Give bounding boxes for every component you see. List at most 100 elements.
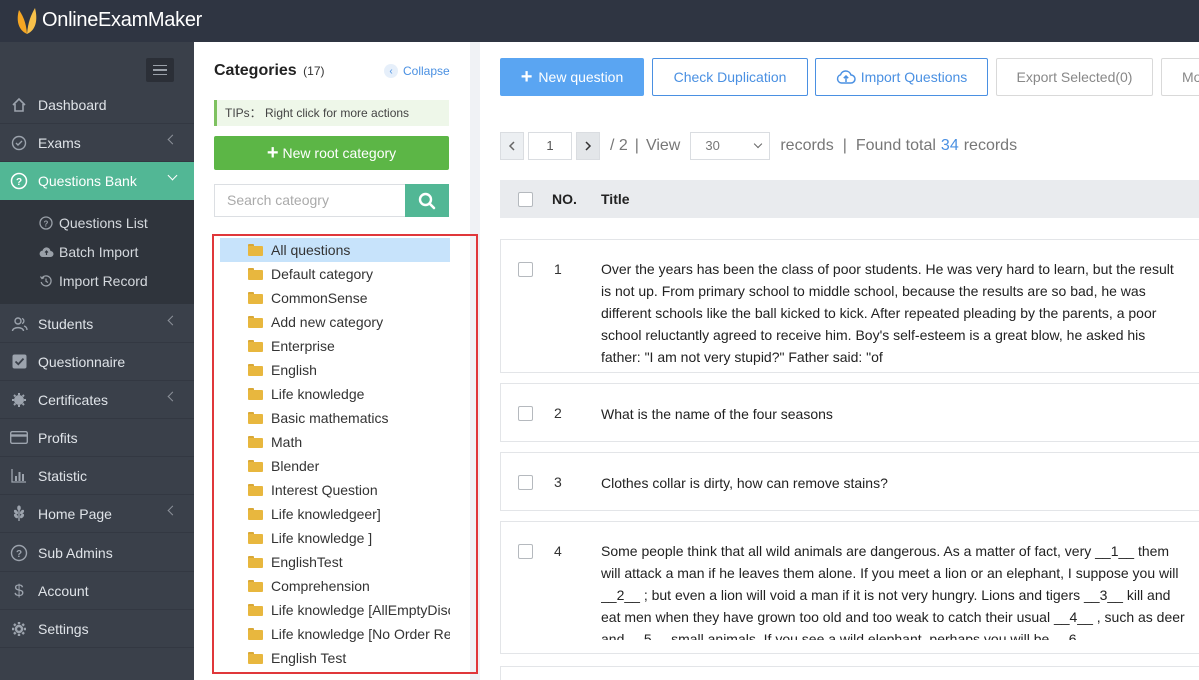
tree-item[interactable]: Basic mathematics: [220, 406, 450, 430]
folder-icon: [248, 652, 263, 664]
sidebar-item-profits[interactable]: Profits: [0, 419, 194, 457]
category-search-button[interactable]: [405, 184, 449, 217]
cloud-upload-icon: [836, 70, 856, 84]
row-number: 1: [554, 261, 562, 277]
cloud-upload-icon: [38, 244, 54, 260]
sidebar-item-account[interactable]: $ Account: [0, 572, 194, 610]
sidebar-item-label: Profits: [38, 429, 78, 446]
per-page-value: 30: [705, 138, 720, 153]
gear-icon: [10, 620, 28, 638]
tree-item[interactable]: Life knowledge [AllEmptyDisorder]: [220, 598, 450, 622]
tree-item[interactable]: Add new category: [220, 310, 450, 334]
sidebar: Dashboard Exams ? Questions Bank ? Quest…: [0, 42, 194, 680]
tree-item[interactable]: Life knowledge [No Order Re: [220, 622, 450, 646]
select-all-checkbox[interactable]: [518, 192, 533, 207]
svg-text:?: ?: [16, 549, 22, 560]
total-pages: / 2: [610, 137, 628, 154]
tree-item[interactable]: Interest Question: [220, 478, 450, 502]
tree-item-label: CommonSense: [271, 290, 368, 306]
collapse-button[interactable]: ‹ Collapse: [384, 64, 450, 78]
sidebar-item-questions-bank[interactable]: ? Questions Bank: [0, 162, 194, 200]
sidebar-item-label: Dashboard: [38, 96, 107, 113]
sidebar-item-sub-admins[interactable]: ? Sub Admins: [0, 534, 194, 572]
sidebar-item-questionnaire[interactable]: Questionnaire: [0, 343, 194, 381]
tree-item[interactable]: English: [220, 358, 450, 382]
column-header-title: Title: [601, 191, 630, 207]
new-root-category-button[interactable]: + New root category: [214, 136, 449, 170]
page-number-input[interactable]: 1: [528, 132, 572, 160]
table-row[interactable]: 3 Clothes collar is dirty, how can remov…: [500, 452, 1199, 511]
tree-item[interactable]: Blender: [220, 454, 450, 478]
more-button[interactable]: Mo: [1161, 58, 1199, 96]
sidebar-item-exams[interactable]: Exams: [0, 124, 194, 162]
tree-item-all-questions[interactable]: All questions: [220, 238, 450, 262]
row-checkbox[interactable]: [518, 406, 533, 421]
tree-item[interactable]: Math: [220, 430, 450, 454]
table-row[interactable]: 2 What is the name of the four seasons: [500, 383, 1199, 442]
row-title: What is the name of the four seasons: [601, 406, 833, 422]
row-checkbox[interactable]: [518, 262, 533, 277]
folder-icon: [248, 460, 263, 472]
main-content: + New question Check Duplication Import …: [480, 42, 1199, 680]
sidebar-subitem-label: Import Record: [59, 272, 148, 289]
export-selected-button[interactable]: Export Selected(0): [996, 58, 1153, 96]
category-tree-highlight: All questions Default category CommonSen…: [212, 234, 478, 674]
sidebar-item-statistic[interactable]: Statistic: [0, 457, 194, 495]
wheat-icon: [10, 505, 28, 523]
svg-text:?: ?: [16, 177, 22, 188]
sidebar-item-dashboard[interactable]: Dashboard: [0, 86, 194, 124]
folder-icon: [248, 628, 263, 640]
tree-item[interactable]: Life knowledge: [220, 382, 450, 406]
chevron-right-icon: [585, 141, 592, 151]
tree-item[interactable]: Comprehension: [220, 574, 450, 598]
new-question-button[interactable]: + New question: [500, 58, 644, 96]
tree-item[interactable]: EnglishTest: [220, 550, 450, 574]
per-page-select[interactable]: 30: [690, 132, 771, 160]
table-row[interactable]: 1 Over the years has been the class of p…: [500, 239, 1199, 373]
tree-item-label: Default category: [271, 266, 373, 282]
question-circle-icon: ?: [10, 544, 28, 562]
plus-icon: +: [520, 66, 533, 88]
sidebar-subitem-import-record[interactable]: Import Record: [0, 266, 194, 295]
svg-text:?: ?: [44, 219, 49, 228]
found-suffix: records: [963, 137, 1018, 154]
row-title: Clothes collar is dirty, how can remove …: [601, 475, 888, 491]
tree-item[interactable]: Life knowledge ]: [220, 526, 450, 550]
tree-item-label: All questions: [271, 242, 351, 258]
tree-item-label: Life knowledge ]: [271, 530, 373, 546]
category-panel: Categories (17) ‹ Collapse TIPs： Right c…: [194, 42, 478, 680]
import-questions-button[interactable]: Import Questions: [815, 58, 988, 96]
sidebar-subitem-questions-list[interactable]: ? Questions List: [0, 208, 194, 237]
tree-item[interactable]: Life knowledgeer]: [220, 502, 450, 526]
bar-chart-icon: [10, 467, 28, 485]
sidebar-toggle-button[interactable]: [146, 58, 174, 82]
sidebar-item-home-page[interactable]: Home Page: [0, 495, 194, 533]
tree-item[interactable]: Enterprise: [220, 334, 450, 358]
chevron-left-icon: [167, 134, 178, 145]
tree-item[interactable]: CommonSense: [220, 286, 450, 310]
table-row[interactable]: [500, 666, 1199, 680]
check-duplication-button[interactable]: Check Duplication: [652, 58, 808, 96]
next-page-button[interactable]: [576, 132, 600, 160]
row-checkbox[interactable]: [518, 544, 533, 559]
tree-item-label: English: [271, 362, 317, 378]
new-question-label: New question: [538, 69, 624, 85]
folder-icon: [248, 412, 263, 424]
row-checkbox[interactable]: [518, 475, 533, 490]
sidebar-item-certificates[interactable]: Certificates: [0, 381, 194, 419]
tree-item-label: Life knowledgeer]: [271, 506, 381, 522]
prev-page-button[interactable]: [500, 132, 524, 160]
table-row[interactable]: 4 Some people think that all wild animal…: [500, 521, 1199, 654]
sidebar-subitem-batch-import[interactable]: Batch Import: [0, 237, 194, 266]
folder-icon: [248, 532, 263, 544]
tree-item[interactable]: Default category: [220, 262, 450, 286]
folder-icon: [248, 580, 263, 592]
category-tree: All questions Default category CommonSen…: [220, 238, 450, 670]
brand-logo[interactable]: OnlineExamMaker: [14, 4, 202, 36]
sidebar-item-settings[interactable]: Settings: [0, 610, 194, 648]
sidebar-item-students[interactable]: Students: [0, 305, 194, 343]
chevron-left-icon: ‹: [384, 64, 398, 78]
category-search-input[interactable]: Search cateogry: [214, 184, 405, 217]
tree-item[interactable]: English Test: [220, 646, 450, 670]
found-count: 34: [940, 137, 959, 154]
